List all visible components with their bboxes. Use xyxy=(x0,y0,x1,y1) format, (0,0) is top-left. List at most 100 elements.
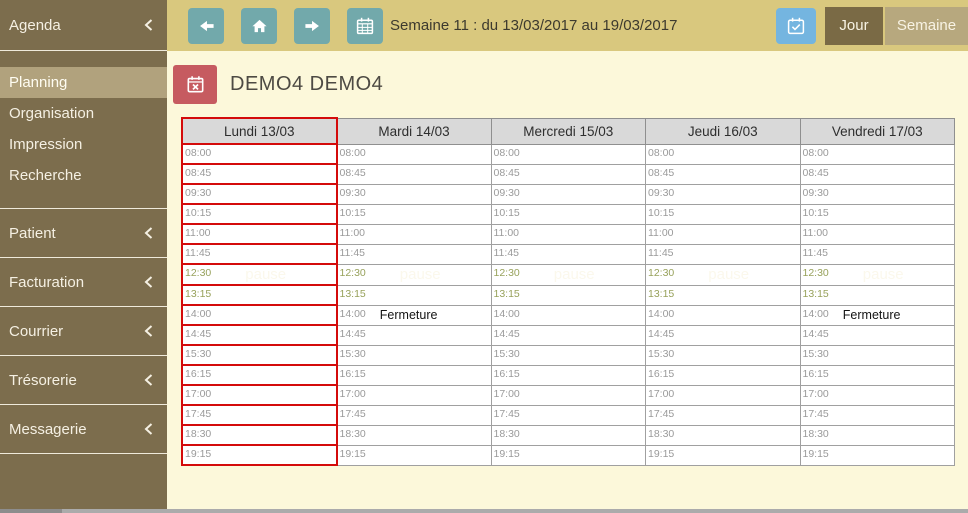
time-slot-cell[interactable]: 12:30pause xyxy=(800,264,955,285)
practitioner-calendar-button[interactable] xyxy=(173,65,217,104)
time-slot-cell[interactable]: 14:45 xyxy=(491,325,646,345)
time-slot-cell[interactable]: 18:30 xyxy=(800,425,955,445)
day-header[interactable]: Mardi 14/03 xyxy=(337,118,492,144)
time-slot-cell[interactable]: 14:45 xyxy=(646,325,801,345)
time-slot-cell[interactable]: 10:15 xyxy=(646,204,801,224)
sidebar-item-impression[interactable]: Impression xyxy=(0,129,167,160)
datepicker-button[interactable] xyxy=(776,8,816,44)
time-slot-cell[interactable]: 19:15 xyxy=(800,445,955,465)
time-slot-cell[interactable]: 08:45 xyxy=(800,164,955,184)
horizontal-scrollbar[interactable] xyxy=(0,509,968,513)
time-slot-cell[interactable]: 14:45 xyxy=(800,325,955,345)
time-slot-cell[interactable]: 16:15 xyxy=(800,365,955,385)
time-slot-cell[interactable]: 12:30pause xyxy=(337,264,492,285)
time-slot-cell[interactable]: 11:00 xyxy=(182,224,337,244)
sidebar-item-agenda[interactable]: Agenda xyxy=(0,0,167,51)
time-slot-cell[interactable]: 19:15 xyxy=(182,445,337,465)
time-slot-cell[interactable]: 08:00 xyxy=(491,144,646,164)
time-slot-cell[interactable]: 12:30pause xyxy=(646,264,801,285)
time-slot-cell[interactable]: 18:30 xyxy=(646,425,801,445)
time-slot-cell[interactable]: 14:00Fermeture xyxy=(337,305,492,325)
time-slot-cell[interactable]: 17:45 xyxy=(491,405,646,425)
previous-week-button[interactable] xyxy=(188,8,224,44)
time-slot-cell[interactable]: 17:00 xyxy=(337,385,492,405)
time-slot-cell[interactable]: 17:45 xyxy=(337,405,492,425)
time-slot-cell[interactable]: 11:00 xyxy=(646,224,801,244)
today-button[interactable] xyxy=(241,8,277,44)
day-header[interactable]: Jeudi 16/03 xyxy=(646,118,801,144)
time-slot-cell[interactable]: 11:45 xyxy=(646,244,801,264)
time-slot-cell[interactable]: 17:00 xyxy=(646,385,801,405)
time-slot-cell[interactable]: 09:30 xyxy=(646,184,801,204)
time-slot-cell[interactable]: 09:30 xyxy=(491,184,646,204)
time-slot-cell[interactable]: 08:00 xyxy=(646,144,801,164)
time-slot-cell[interactable]: 10:15 xyxy=(800,204,955,224)
time-slot-cell[interactable]: 08:00 xyxy=(800,144,955,164)
time-slot-cell[interactable]: 09:30 xyxy=(337,184,492,204)
time-slot-cell[interactable]: 12:30pause xyxy=(491,264,646,285)
week-view-button[interactable]: Semaine xyxy=(885,7,968,45)
time-slot-cell[interactable]: 13:15 xyxy=(800,285,955,305)
time-slot-cell[interactable]: 14:00 xyxy=(491,305,646,325)
time-slot-cell[interactable]: 14:00 xyxy=(646,305,801,325)
time-slot-cell[interactable]: 10:15 xyxy=(182,204,337,224)
time-slot-cell[interactable]: 19:15 xyxy=(337,445,492,465)
scrollbar-thumb[interactable] xyxy=(0,509,62,513)
time-slot-cell[interactable]: 18:30 xyxy=(337,425,492,445)
time-slot-cell[interactable]: 09:30 xyxy=(182,184,337,204)
time-slot-cell[interactable]: 08:45 xyxy=(646,164,801,184)
time-slot-cell[interactable]: 08:45 xyxy=(337,164,492,184)
time-slot-cell[interactable]: 14:00Fermeture xyxy=(800,305,955,325)
time-slot-cell[interactable]: 10:15 xyxy=(491,204,646,224)
time-slot-cell[interactable]: 09:30 xyxy=(800,184,955,204)
time-slot-cell[interactable]: 17:00 xyxy=(800,385,955,405)
time-slot-cell[interactable]: 18:30 xyxy=(491,425,646,445)
sidebar-item-organisation[interactable]: Organisation xyxy=(0,98,167,129)
time-slot-cell[interactable]: 17:45 xyxy=(646,405,801,425)
time-slot-cell[interactable]: 15:30 xyxy=(800,345,955,365)
time-slot-cell[interactable]: 10:15 xyxy=(337,204,492,224)
time-slot-cell[interactable]: 16:15 xyxy=(337,365,492,385)
time-slot-cell[interactable]: 13:15 xyxy=(182,285,337,305)
time-slot-cell[interactable]: 16:15 xyxy=(646,365,801,385)
time-slot-cell[interactable]: 08:45 xyxy=(182,164,337,184)
time-slot-cell[interactable]: 16:15 xyxy=(182,365,337,385)
time-slot-cell[interactable]: 08:00 xyxy=(182,144,337,164)
next-week-button[interactable] xyxy=(294,8,330,44)
time-slot-cell[interactable]: 11:00 xyxy=(800,224,955,244)
time-slot-cell[interactable]: 15:30 xyxy=(337,345,492,365)
day-header[interactable]: Vendredi 17/03 xyxy=(800,118,955,144)
time-slot-cell[interactable]: 14:00 xyxy=(182,305,337,325)
sidebar-item-tresorerie[interactable]: Trésorerie xyxy=(0,356,167,405)
sidebar-item-courrier[interactable]: Courrier xyxy=(0,307,167,356)
time-slot-cell[interactable]: 11:45 xyxy=(800,244,955,264)
time-slot-cell[interactable]: 08:00 xyxy=(337,144,492,164)
calendar-view-button[interactable] xyxy=(347,8,383,44)
time-slot-cell[interactable]: 17:45 xyxy=(800,405,955,425)
time-slot-cell[interactable]: 17:45 xyxy=(182,405,337,425)
time-slot-cell[interactable]: 18:30 xyxy=(182,425,337,445)
time-slot-cell[interactable]: 13:15 xyxy=(337,285,492,305)
sidebar-item-recherche[interactable]: Recherche xyxy=(0,160,167,191)
time-slot-cell[interactable]: 11:45 xyxy=(491,244,646,264)
time-slot-cell[interactable]: 14:45 xyxy=(337,325,492,345)
time-slot-cell[interactable]: 17:00 xyxy=(182,385,337,405)
time-slot-cell[interactable]: 11:45 xyxy=(337,244,492,264)
time-slot-cell[interactable]: 15:30 xyxy=(646,345,801,365)
sidebar-item-messagerie[interactable]: Messagerie xyxy=(0,405,167,454)
sidebar-item-patient[interactable]: Patient xyxy=(0,209,167,258)
time-slot-cell[interactable]: 13:15 xyxy=(646,285,801,305)
time-slot-cell[interactable]: 16:15 xyxy=(491,365,646,385)
time-slot-cell[interactable]: 17:00 xyxy=(491,385,646,405)
day-view-button[interactable]: Jour xyxy=(825,7,883,45)
time-slot-cell[interactable]: 11:00 xyxy=(337,224,492,244)
time-slot-cell[interactable]: 15:30 xyxy=(491,345,646,365)
sidebar-item-planning[interactable]: Planning xyxy=(0,67,167,98)
time-slot-cell[interactable]: 14:45 xyxy=(182,325,337,345)
time-slot-cell[interactable]: 19:15 xyxy=(646,445,801,465)
time-slot-cell[interactable]: 15:30 xyxy=(182,345,337,365)
time-slot-cell[interactable]: 08:45 xyxy=(491,164,646,184)
day-header[interactable]: Mercredi 15/03 xyxy=(491,118,646,144)
time-slot-cell[interactable]: 11:00 xyxy=(491,224,646,244)
time-slot-cell[interactable]: 19:15 xyxy=(491,445,646,465)
